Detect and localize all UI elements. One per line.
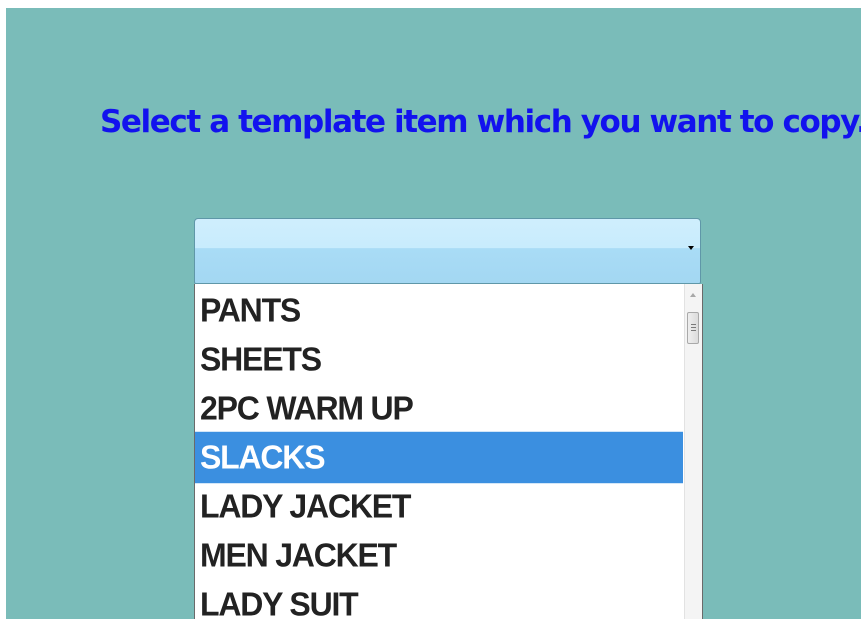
template-item-select[interactable] <box>194 218 701 284</box>
scroll-thumb[interactable] <box>687 312 699 344</box>
option-lady-jacket[interactable]: LADY JACKET <box>195 481 683 532</box>
option-pants[interactable]: PANTS <box>195 285 683 336</box>
list-scrollbar[interactable] <box>684 284 702 619</box>
option-sheets[interactable]: SHEETS <box>195 334 683 385</box>
option-lady-suit[interactable]: LADY SUIT <box>195 579 683 619</box>
option-2pc-warm-up[interactable]: 2PC WARM UP <box>195 383 683 434</box>
grip-line <box>691 324 696 325</box>
dropdown-arrow-icon[interactable] <box>688 246 694 250</box>
scroll-up-arrow-icon[interactable] <box>690 293 696 297</box>
option-men-jacket[interactable]: MEN JACKET <box>195 530 683 581</box>
grip-line <box>691 327 696 328</box>
option-slacks[interactable]: SLACKS <box>195 431 683 484</box>
grip-line <box>691 330 696 331</box>
page-title: Select a template item which you want to… <box>100 104 861 140</box>
template-options-list[interactable]: PANTS SHEETS 2PC WARM UP SLACKS LADY JAC… <box>194 284 703 619</box>
